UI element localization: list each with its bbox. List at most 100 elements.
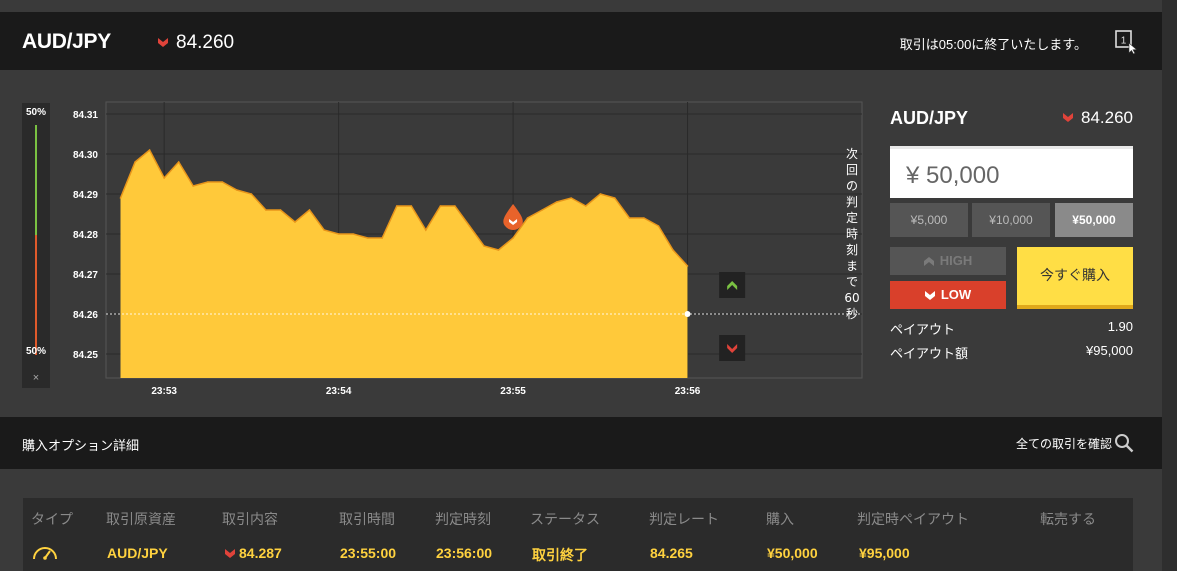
price-point (643, 217, 645, 219)
scrollbar[interactable] (1162, 0, 1177, 571)
timer-gauge-icon (33, 547, 57, 560)
window-number: 1 (1121, 36, 1127, 47)
price-point (163, 177, 165, 179)
sentiment-meter: 50% 50% × (22, 103, 50, 388)
payout-row: ペイアウト 1.90 (890, 319, 1133, 338)
payout-amount-label: ペイアウト額 (890, 346, 969, 361)
all-trades-link[interactable]: 全ての取引を確認 (1016, 435, 1112, 452)
countdown-glyph: の (846, 179, 858, 193)
price-point (308, 209, 311, 211)
price-point (585, 205, 587, 207)
price-point (396, 205, 398, 207)
trades-table: タイプ 取引原資産 取引内容 取引時間 判定時刻 ステータス 判定レート 購入 … (23, 498, 1133, 571)
low-button[interactable]: LOW (890, 281, 1006, 309)
col-resell: 転売する (1040, 511, 1096, 527)
payout-value: 1.90 (1107, 319, 1133, 334)
price-point (439, 205, 442, 207)
price-point (236, 189, 238, 191)
low-percentage: 50% (25, 346, 46, 357)
price-point (192, 185, 194, 187)
countdown-glyph: 時 (846, 227, 858, 241)
price-point (177, 161, 180, 163)
price-point (323, 229, 325, 231)
payout-amount-value: ¥95,000 (1086, 343, 1133, 358)
row-content: 84.287 (225, 545, 282, 561)
trading-close-message: 取引は05:00に終了いたします。 (899, 37, 1087, 52)
down-arrow-icon (225, 549, 235, 558)
trading-panel: 50% 50% × 84.31 84.30 84.29 84.28 84.27 84.26… (0, 70, 1162, 417)
low-sentiment-bar (35, 235, 37, 355)
down-arrow-icon (924, 291, 935, 300)
col-trade-time: 取引時間 (339, 511, 395, 527)
order-rate-value: 84.260 (1081, 108, 1133, 127)
buy-now-button[interactable]: 今すぐ購入 (1017, 247, 1133, 309)
window-number-icon[interactable]: 1 (1114, 28, 1138, 54)
search-icon[interactable] (1114, 433, 1134, 453)
price-point (265, 209, 267, 211)
countdown-glyph: 秒 (846, 307, 858, 321)
row-entry-rate: 84.287 (239, 545, 282, 561)
price-point (119, 197, 122, 199)
y-tick-label: 84.28 (73, 230, 98, 241)
order-rate: 84.260 (1063, 108, 1133, 128)
countdown-glyph: 60 (844, 291, 859, 305)
table-header: タイプ 取引原資産 取引内容 取引時間 判定時刻 ステータス 判定レート 購入 … (23, 498, 1133, 535)
low-marker (719, 335, 746, 361)
countdown-glyph: で (846, 275, 858, 289)
top-bar: AUD/JPY 84.260 取引は05:00に終了いたします。 1 (0, 12, 1162, 70)
price-point (134, 161, 136, 163)
price-point (526, 217, 529, 219)
y-tick-label: 84.31 (73, 110, 98, 121)
down-arrow-icon (158, 38, 168, 47)
price-point (512, 237, 514, 239)
purchase-details-title: 購入オプション詳細 (22, 438, 140, 453)
col-status: ステータス (530, 511, 600, 527)
price-point (250, 193, 253, 195)
y-tick-label: 84.25 (73, 350, 98, 361)
col-judge-rate: 判定レート (649, 511, 719, 527)
countdown-glyph: 回 (846, 163, 858, 177)
price-point (672, 249, 674, 251)
price-point (425, 229, 427, 231)
header-rate-value: 84.260 (176, 32, 235, 53)
x-tick-label: 23:55 (500, 386, 526, 397)
col-purchase: 購入 (766, 511, 794, 527)
header-pair: AUD/JPY (22, 30, 111, 53)
row-status: 取引終了 (532, 547, 588, 563)
high-button[interactable]: HIGH (890, 247, 1006, 275)
preset-5000-button[interactable]: ¥5,000 (890, 203, 968, 237)
price-point (454, 205, 456, 207)
amount-input[interactable]: ¥ 50,000 (890, 146, 1133, 198)
y-tick-label: 84.30 (73, 150, 98, 161)
col-type: タイプ (31, 511, 73, 527)
col-payout: 判定時ペイアウト (857, 511, 969, 527)
countdown-glyph: 刻 (846, 243, 858, 257)
payout-label: ペイアウト (890, 322, 956, 337)
price-point (614, 197, 616, 199)
countdown-glyph: ま (846, 259, 858, 273)
high-sentiment-bar (35, 125, 37, 235)
price-point (686, 265, 689, 267)
price-point (570, 197, 572, 199)
x-tick-label: 23:54 (326, 386, 352, 397)
order-pair: AUD/JPY (890, 108, 969, 128)
high-label: HIGH (939, 253, 973, 268)
preset-50000-button[interactable]: ¥50,000 (1055, 203, 1133, 237)
price-point (366, 237, 369, 239)
down-arrow-icon (1063, 113, 1073, 122)
table-row[interactable]: AUD/JPY 84.287 23:55:00 23:56:00 取引終了 84… (23, 535, 1133, 571)
price-point (657, 225, 660, 227)
price-point (541, 209, 543, 211)
close-meter-button[interactable]: × (22, 372, 50, 384)
preset-10000-button[interactable]: ¥10,000 (972, 203, 1050, 237)
high-percentage: 50% (25, 107, 46, 118)
price-point (468, 225, 471, 227)
price-point (628, 217, 631, 219)
countdown-label: 次回の判定時刻まで 60 秒 (844, 147, 859, 321)
price-point (337, 233, 340, 235)
countdown-glyph: 判 (846, 195, 858, 209)
header-rate: 84.260 (158, 32, 234, 54)
amount-presets: ¥5,000 ¥10,000 ¥50,000 (890, 203, 1133, 237)
countdown-glyph: 次 (846, 147, 858, 161)
y-tick-label: 84.27 (73, 270, 98, 281)
